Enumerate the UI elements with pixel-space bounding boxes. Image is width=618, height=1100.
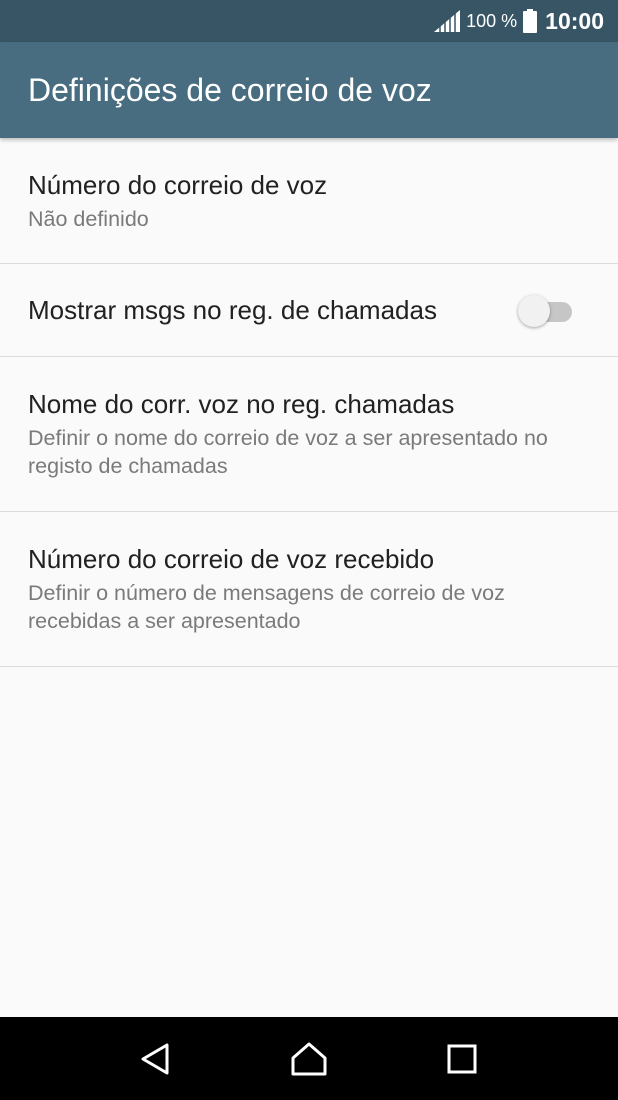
- clock: 10:00: [545, 7, 604, 34]
- setting-title: Nome do corr. voz no reg. chamadas: [28, 389, 455, 419]
- recents-icon: [447, 1044, 477, 1073]
- back-icon: [141, 1043, 169, 1074]
- setting-voicemail-number[interactable]: Número do correio de voz Não definido: [0, 138, 618, 264]
- setting-summary: Definir o número de mensagens de correio…: [28, 581, 505, 633]
- recents-button[interactable]: [440, 1037, 484, 1081]
- setting-summary: Definir o nome do correio de voz a ser a…: [28, 426, 548, 478]
- back-button[interactable]: [134, 1037, 178, 1081]
- navigation-bar: [0, 1017, 618, 1100]
- setting-summary: Não definido: [28, 206, 149, 231]
- signal-icon: [434, 10, 461, 32]
- setting-title: Número do correio de voz recebido: [28, 544, 435, 574]
- setting-show-in-call-log[interactable]: Mostrar msgs no reg. de chamadas: [0, 264, 618, 357]
- setting-title: Número do correio de voz: [28, 169, 328, 200]
- battery-icon: [523, 9, 538, 33]
- home-button[interactable]: [287, 1037, 331, 1081]
- show-in-call-log-toggle[interactable]: [518, 293, 572, 327]
- toggle-thumb: [518, 295, 550, 327]
- app-bar: Definições de correio de voz: [0, 42, 618, 138]
- setting-received-voicemail-number[interactable]: Número do correio de voz recebido Defini…: [0, 512, 618, 667]
- home-icon: [291, 1042, 327, 1075]
- battery-percent: 100 %: [466, 10, 518, 31]
- settings-list: Número do correio de voz Não definido Mo…: [0, 138, 618, 667]
- setting-title: Mostrar msgs no reg. de chamadas: [28, 295, 437, 325]
- setting-voicemail-name-in-call-log[interactable]: Nome do corr. voz no reg. chamadas Defin…: [0, 357, 618, 512]
- page-title: Definições de correio de voz: [28, 71, 432, 108]
- status-bar: 100 % 10:00: [0, 0, 618, 42]
